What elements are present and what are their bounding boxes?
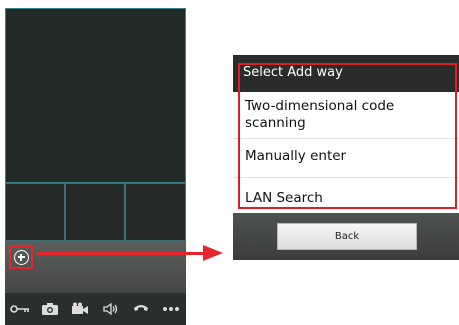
add-circle-icon	[13, 249, 29, 265]
add-device-button[interactable]	[9, 245, 33, 269]
add-way-dialog-screen: Select Add way Two-dimensional code scan…	[233, 55, 459, 260]
dialog-footer: Back	[233, 213, 459, 260]
key-icon[interactable]	[9, 298, 31, 320]
video-cell-2[interactable]	[65, 183, 125, 241]
video-cell-1[interactable]	[5, 183, 65, 241]
pointer-arrow-head	[203, 245, 223, 261]
bottom-toolbar	[5, 293, 186, 325]
pointer-arrow-line	[37, 252, 205, 255]
camera-icon[interactable]	[39, 298, 61, 320]
back-button[interactable]: Back	[277, 223, 417, 250]
control-area	[5, 241, 186, 293]
speaker-icon[interactable]	[100, 298, 122, 320]
hangup-icon[interactable]	[130, 298, 152, 320]
add-way-dialog: Select Add way Two-dimensional code scan…	[233, 55, 459, 213]
video-record-icon[interactable]	[69, 298, 91, 320]
options-highlight-box	[238, 63, 457, 209]
more-icon[interactable]	[160, 298, 182, 320]
monitor-screen	[5, 8, 186, 325]
video-cell-3[interactable]	[125, 183, 186, 241]
main-video-view[interactable]	[5, 8, 186, 183]
